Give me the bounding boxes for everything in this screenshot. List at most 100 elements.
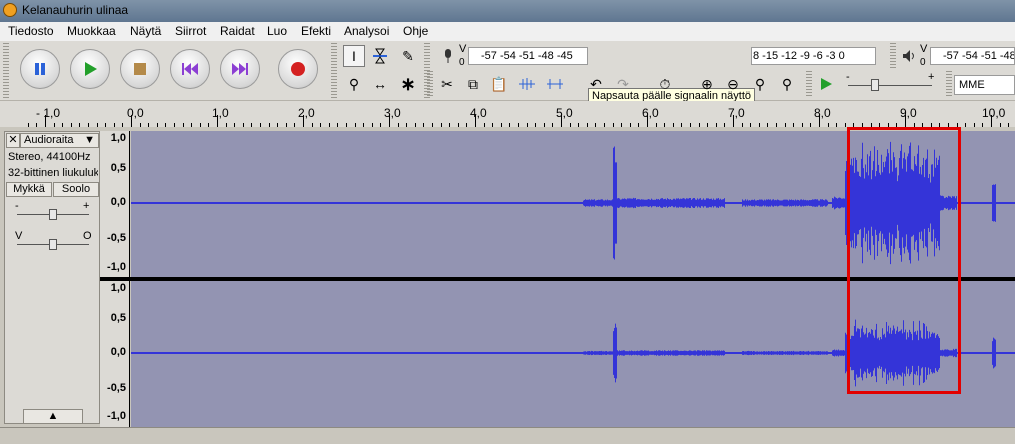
stop-button[interactable] — [120, 49, 160, 89]
trim-icon[interactable] — [516, 73, 538, 95]
toolbar-grip[interactable] — [946, 71, 952, 97]
cut-icon[interactable]: ✂ — [436, 73, 458, 95]
ruler-label: 4,0 — [470, 106, 487, 120]
play-icon — [71, 50, 109, 88]
microphone-icon[interactable] — [437, 45, 459, 67]
record-button[interactable] — [278, 49, 318, 89]
envelope-tool-icon[interactable] — [369, 45, 391, 67]
track-name-menu[interactable]: Audioraita ▼ — [20, 133, 99, 148]
multi-tool-icon[interactable]: ∗ — [397, 73, 419, 95]
pan-right-label: O — [83, 230, 92, 242]
speed-slider-thumb[interactable] — [871, 79, 879, 91]
ruler-tick — [389, 115, 390, 127]
undo-icon[interactable]: ↶ — [585, 73, 607, 95]
vruler-label: 0,5 — [110, 312, 126, 324]
highlight-box — [847, 127, 961, 394]
ruler-tick — [733, 115, 734, 127]
vruler-label: -0,5 — [107, 382, 126, 394]
record-meter-right[interactable]: 8 -15 -12 -9 -6 -3 0 — [751, 47, 876, 65]
menu-help[interactable]: Ohje — [403, 24, 428, 38]
mute-button[interactable]: Mykkä — [6, 182, 52, 197]
ruler-label: - 1,0 — [36, 106, 61, 120]
selection-tool-icon[interactable]: I — [343, 45, 365, 67]
record-meter-scale: -57 -54 -51 -48 -45 — [481, 50, 573, 62]
pan-slider-thumb[interactable] — [49, 239, 57, 250]
skip-start-button[interactable] — [170, 49, 210, 89]
ruler-label: 5,0 — [556, 106, 573, 120]
ruler-label: 7,0 — [728, 106, 745, 120]
gain-min-label: - — [15, 200, 19, 212]
ruler-label: 10,0 — [982, 106, 1006, 120]
gain-slider-thumb[interactable] — [49, 209, 57, 220]
vertical-ruler-right-channel[interactable]: 1,0 0,5 0,0 -0,5 -1,0 — [100, 281, 130, 427]
menu-view[interactable]: Näytä — [130, 24, 161, 38]
chevron-down-icon: ▼ — [84, 134, 95, 146]
ruler-tick — [905, 115, 906, 127]
zoom-tool-icon[interactable]: ⚲ — [343, 73, 365, 95]
toolbar-grip[interactable] — [331, 43, 337, 98]
skip-end-icon — [221, 50, 259, 88]
vruler-label: -0,5 — [107, 232, 126, 244]
ruler-tick — [991, 115, 992, 127]
silence-icon[interactable] — [544, 73, 566, 95]
zoom-in-icon[interactable]: ⊕ — [696, 73, 718, 95]
vruler-label: 1,0 — [110, 282, 126, 294]
collapse-track-button[interactable]: ▲ — [23, 409, 83, 424]
ruler-label: 3,0 — [384, 106, 401, 120]
timeshift-tool-icon[interactable]: ↔ — [369, 73, 391, 95]
zoom-out-icon[interactable]: ⊖ — [722, 73, 744, 95]
record-meter[interactable]: -57 -54 -51 -48 -45 — [468, 47, 588, 65]
draw-tool-icon[interactable]: ✎ — [397, 45, 419, 67]
menu-edit[interactable]: Muokkaa — [67, 24, 116, 38]
menu-analyze[interactable]: Analysoi — [344, 24, 389, 38]
skip-start-icon — [171, 50, 209, 88]
toolbar-grip[interactable] — [890, 43, 896, 69]
ruler-tick — [45, 115, 46, 127]
record-meter-label: V — [459, 43, 467, 55]
fit-project-icon[interactable]: ⚲ — [776, 73, 798, 95]
ruler-tick — [303, 115, 304, 127]
menu-generate[interactable]: Luo — [267, 24, 287, 38]
redo-icon[interactable]: ↷ — [612, 73, 634, 95]
play-meter-channel: 0 — [920, 57, 926, 68]
solo-button[interactable]: Soolo — [53, 182, 99, 197]
ruler-tick — [819, 115, 820, 127]
pan-left-label: V — [15, 230, 23, 242]
copy-icon[interactable]: ⧉ — [462, 73, 484, 95]
ruler-tick — [647, 115, 648, 127]
menu-effect[interactable]: Efekti — [301, 24, 331, 38]
title-bar: Kelanauhurin ulinaa — [0, 0, 1015, 22]
sync-lock-icon[interactable]: ⏱ — [654, 73, 676, 95]
speed-slider[interactable]: - + — [846, 71, 936, 91]
timeline-ruler[interactable]: - 1,0 0,0 1,0 2,0 3,0 4,0 5,0 6,0 7,0 8,… — [0, 101, 1015, 128]
record-meter-channel: 0 — [459, 57, 465, 68]
vruler-label: 0,5 — [110, 162, 126, 174]
play-button[interactable] — [70, 49, 110, 89]
toolbar-area: I ✎ ⚲ ↔ ∗ V 0 -57 -54 -51 -48 -45 Napsau… — [0, 41, 1015, 105]
play-at-speed-icon[interactable] — [815, 73, 837, 95]
track-sample-format: 32-bittinen liukuluku — [8, 167, 98, 179]
speaker-icon[interactable] — [898, 45, 920, 67]
track-name: Audioraita — [24, 134, 74, 146]
menu-transport[interactable]: Siirrot — [175, 24, 206, 38]
play-meter[interactable]: -57 -54 -51 -48 -45 — [930, 47, 1015, 65]
bottom-strip — [0, 427, 1015, 444]
pause-icon — [21, 50, 59, 88]
skip-end-button[interactable] — [220, 49, 260, 89]
menu-file[interactable]: Tiedosto — [8, 24, 54, 38]
fit-selection-icon[interactable]: ⚲ — [749, 73, 771, 95]
paste-icon[interactable]: 📋 — [488, 73, 510, 95]
record-meter-scale-end: 8 -15 -12 -9 -6 -3 0 — [753, 50, 845, 62]
close-track-icon[interactable]: ✕ — [6, 133, 20, 148]
collapse-up-icon: ▲ — [47, 410, 59, 422]
vertical-ruler-left-channel[interactable]: 1,0 0,5 0,0 -0,5 -1,0 — [100, 131, 130, 278]
pause-button[interactable] — [20, 49, 60, 89]
audio-host-select[interactable]: MME — [954, 75, 1015, 95]
ruler-label: 2,0 — [298, 106, 315, 120]
menu-tracks[interactable]: Raidat — [220, 24, 255, 38]
toolbar-grip[interactable] — [3, 43, 9, 98]
toolbar-grip[interactable] — [427, 71, 433, 97]
vruler-label: 0,0 — [110, 346, 126, 358]
toolbar-grip[interactable] — [806, 71, 812, 97]
stop-icon — [121, 50, 159, 88]
